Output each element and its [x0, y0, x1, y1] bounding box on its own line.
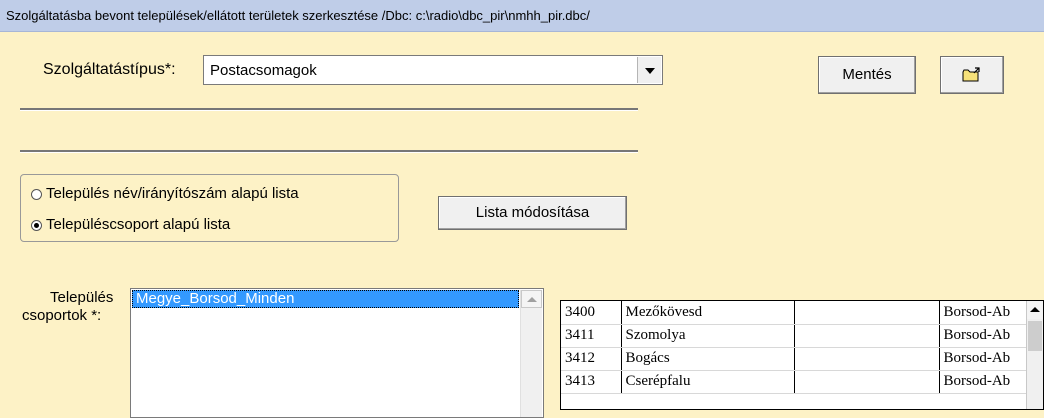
extra-cell [794, 370, 940, 394]
groups-label: Település [50, 289, 114, 306]
separator-line [20, 108, 638, 111]
extra-cell [794, 347, 940, 371]
list-mode-radio-name[interactable] [31, 189, 42, 200]
settlement-name-cell: Bogács [621, 347, 795, 371]
scrollbar-thumb[interactable] [1028, 321, 1042, 351]
separator-line [20, 150, 638, 153]
scroll-up-arrow-icon[interactable] [521, 290, 542, 308]
zip-cell: 3411 [561, 324, 622, 348]
table-row[interactable]: 3411 Szomolya Borsod-Ab [561, 324, 1030, 348]
zip-cell: 3400 [561, 301, 622, 325]
zip-cell: 3413 [561, 370, 622, 394]
scroll-up-arrow-icon[interactable] [1027, 301, 1043, 319]
groups-label-cont: csoportok *: [22, 307, 102, 324]
list-mode-radio-group[interactable] [31, 220, 42, 231]
open-folder-button[interactable] [940, 56, 1004, 94]
settlements-grid[interactable]: 3400 Mezőkövesd Borsod-Ab 3411 Szomolya … [560, 300, 1044, 410]
save-button[interactable]: Mentés [818, 56, 916, 94]
modify-list-button[interactable]: Lista módosítása [438, 196, 627, 230]
settlement-name-cell: Cserépfalu [621, 370, 795, 394]
window-titlebar: Szolgáltatásba bevont települések/elláto… [0, 0, 1044, 32]
settlement-name-cell: Mezőkövesd [621, 301, 795, 325]
list-mode-group: Település név/irányítószám alapú lista T… [20, 174, 399, 242]
chevron-down-icon[interactable] [637, 57, 661, 83]
zip-cell: 3412 [561, 347, 622, 371]
service-type-value: Postacsomagok [210, 62, 317, 79]
table-row[interactable]: 3413 Cserépfalu Borsod-Ab [561, 370, 1030, 394]
grid-scrollbar[interactable] [1026, 301, 1043, 409]
county-cell: Borsod-Ab [939, 370, 1030, 394]
table-row[interactable]: 3412 Bogács Borsod-Ab [561, 347, 1030, 371]
list-mode-option-name[interactable]: Település név/irányítószám alapú lista [46, 185, 299, 202]
folder-open-icon [962, 67, 980, 82]
groups-scrollbar[interactable] [520, 290, 542, 417]
county-cell: Borsod-Ab [939, 347, 1030, 371]
list-mode-option-group[interactable]: Településcsoport alapú lista [46, 216, 230, 233]
county-cell: Borsod-Ab [939, 324, 1030, 348]
service-type-select[interactable]: Postacsomagok [203, 55, 663, 85]
extra-cell [794, 301, 940, 325]
window-title: Szolgáltatásba bevont települések/elláto… [6, 8, 590, 23]
list-item[interactable]: Megye_Borsod_Minden [132, 290, 519, 308]
settlement-name-cell: Szomolya [621, 324, 795, 348]
extra-cell [794, 324, 940, 348]
county-cell: Borsod-Ab [939, 301, 1030, 325]
service-type-label: Szolgáltatástípus*: [43, 61, 176, 78]
table-row[interactable]: 3400 Mezőkövesd Borsod-Ab [561, 301, 1030, 325]
groups-listbox[interactable]: Megye_Borsod_Minden [130, 288, 544, 418]
